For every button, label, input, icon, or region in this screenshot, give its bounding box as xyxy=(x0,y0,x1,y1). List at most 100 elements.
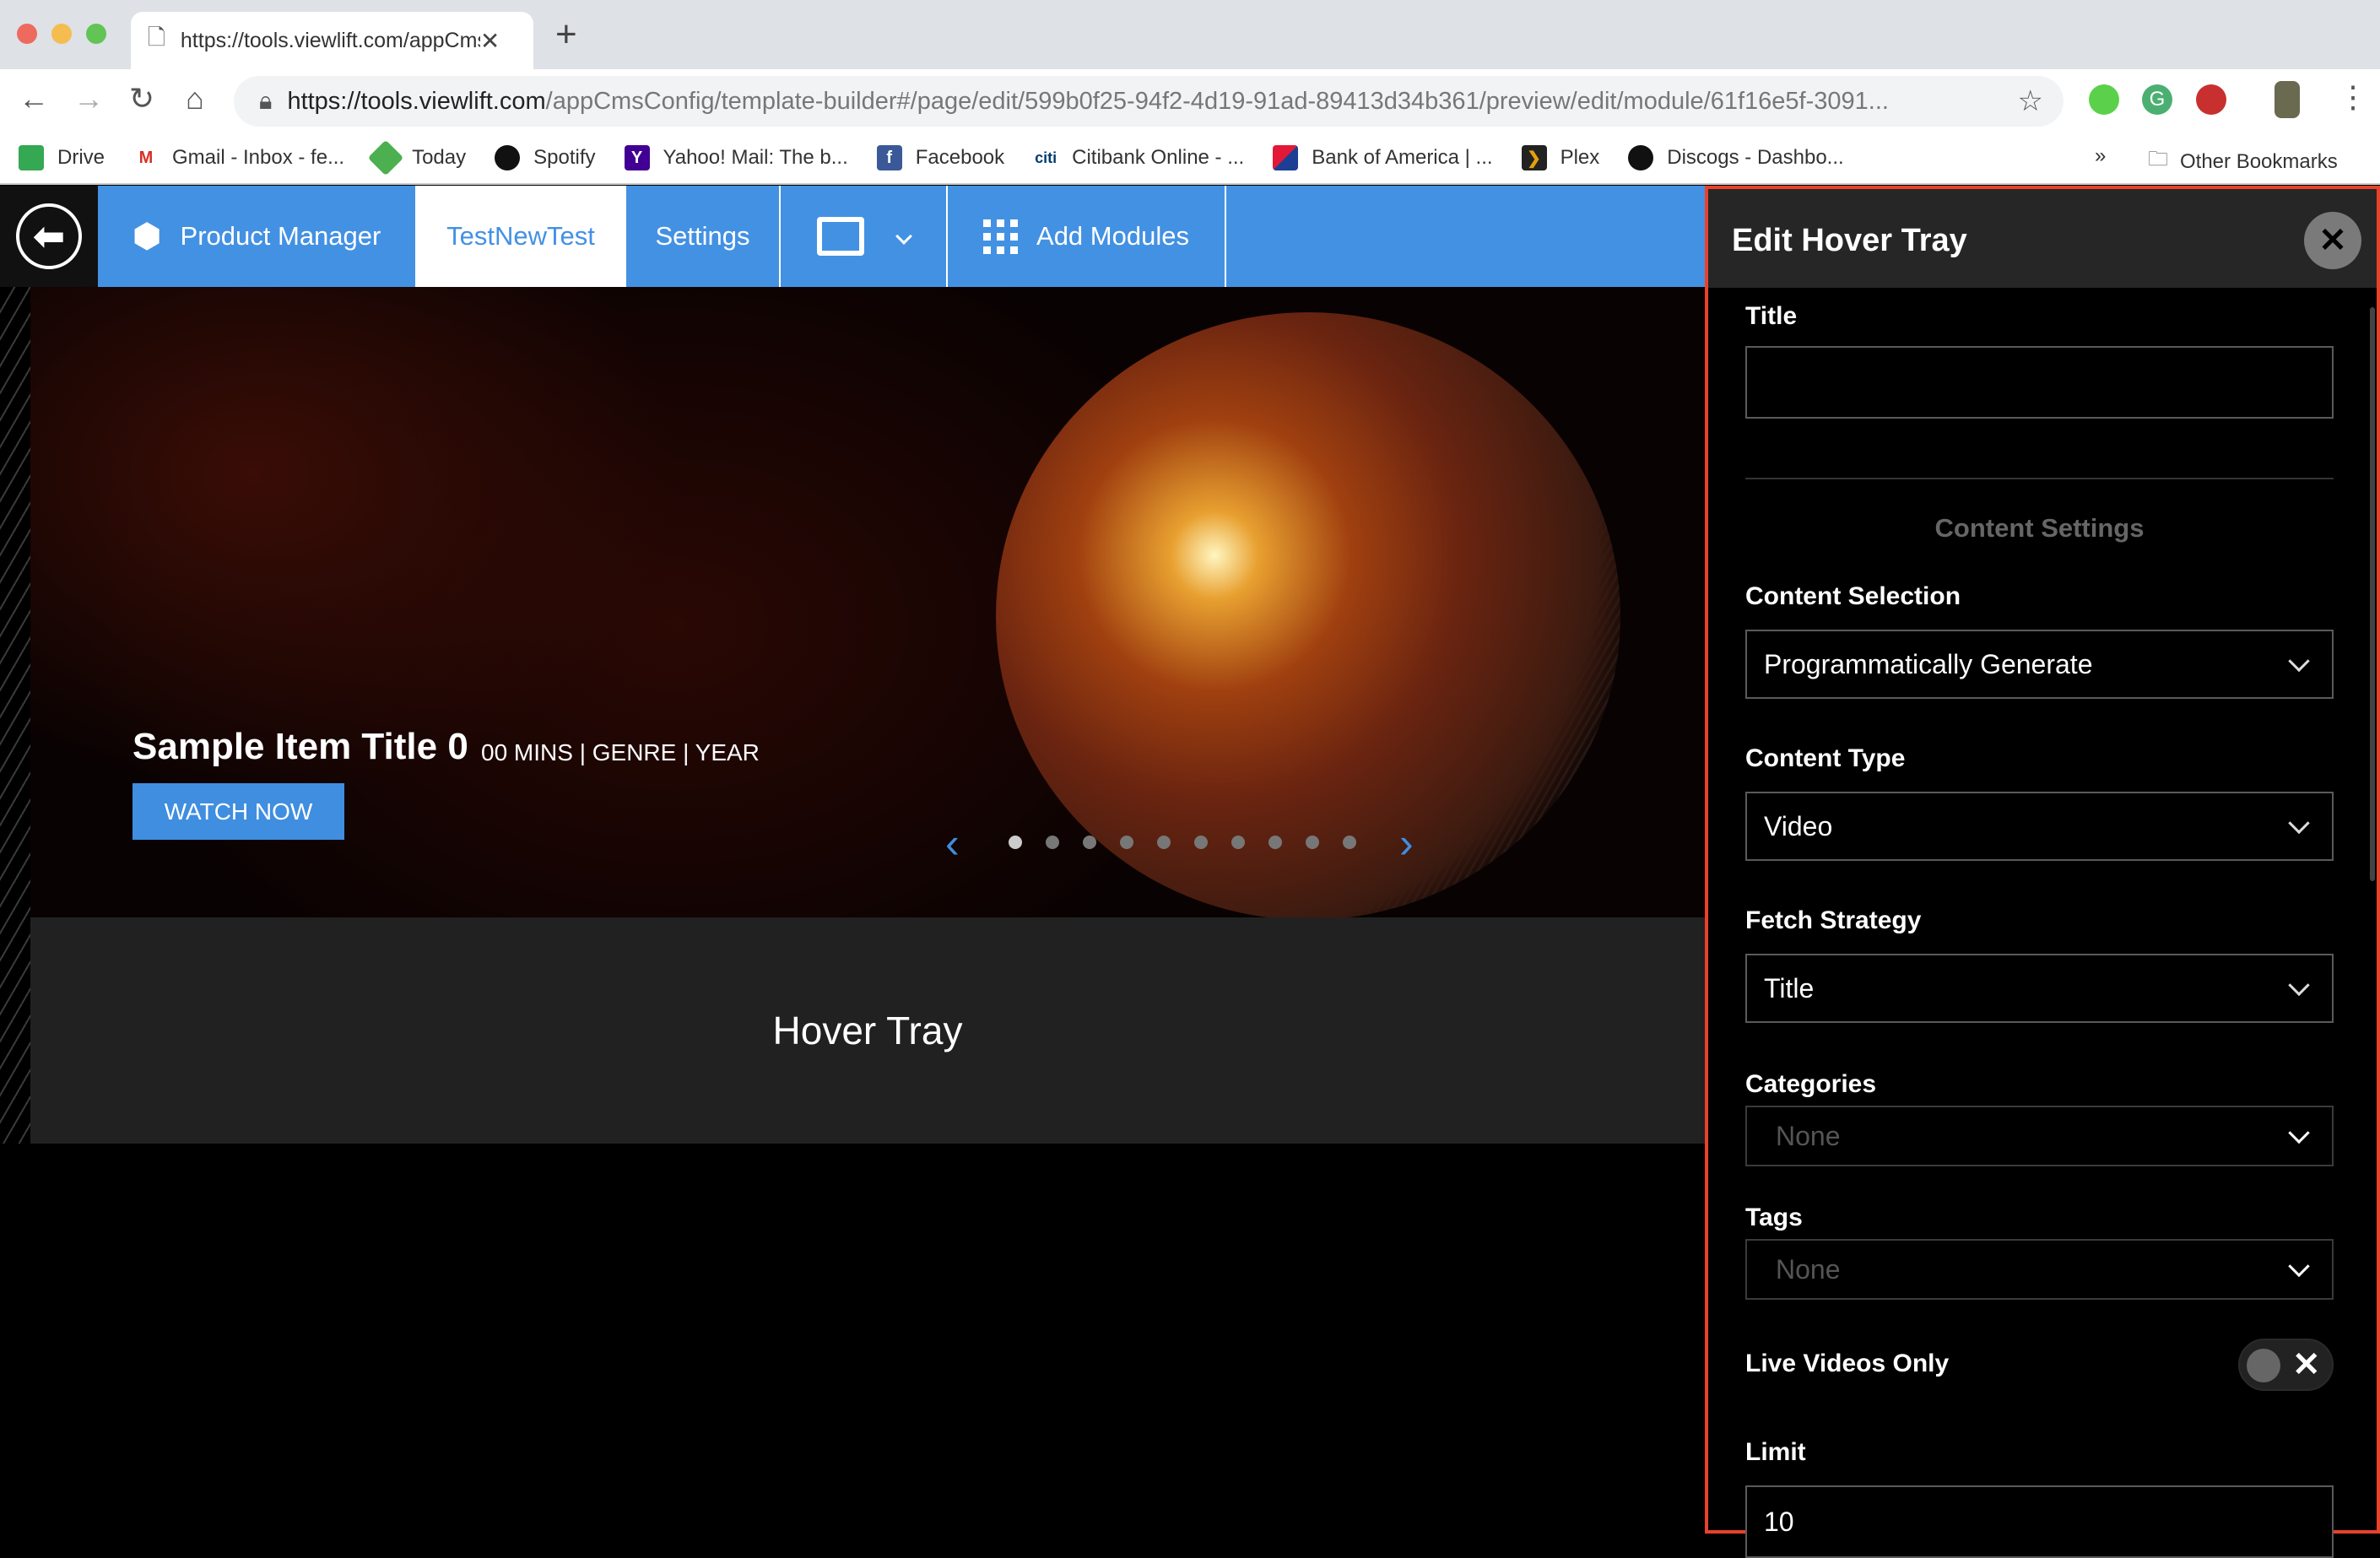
page-icon: 🗋 xyxy=(148,24,165,50)
categories-select[interactable]: None xyxy=(1745,1106,2334,1166)
carousel-dot[interactable] xyxy=(1231,836,1245,849)
hero-meta: 00 MINS | GENRE | YEAR xyxy=(481,739,760,765)
bookmark-label: Today xyxy=(412,146,467,169)
title-input[interactable] xyxy=(1745,346,2334,419)
x-icon: ✕ xyxy=(2292,1346,2321,1383)
discogs-icon xyxy=(1628,145,1654,170)
tags-select[interactable]: None xyxy=(1745,1239,2334,1300)
close-icon: ✕ xyxy=(2318,222,2347,259)
expressvpn-icon[interactable] xyxy=(2196,84,2226,115)
bookmark-discogs[interactable]: Discogs - Dashbo... xyxy=(1628,145,1844,170)
other-bookmarks[interactable]: 🗀 Other Bookmarks xyxy=(2148,144,2338,179)
minimize-window-button[interactable] xyxy=(51,24,72,44)
bookmark-today[interactable]: Today xyxy=(367,139,467,176)
extension-thumbs-icon[interactable] xyxy=(2089,84,2119,115)
folder-icon: 🗀 xyxy=(2148,148,2168,170)
yahoo-icon: Y xyxy=(624,145,650,170)
carousel-dot[interactable] xyxy=(1009,836,1022,849)
bookmark-facebook[interactable]: f Facebook xyxy=(876,145,1004,170)
select-value: Title xyxy=(1764,972,1815,1004)
carousel-next-icon[interactable]: › xyxy=(1399,819,1414,868)
content-selection-select[interactable]: Programmatically Generate xyxy=(1745,630,2334,699)
settings-button[interactable]: Settings xyxy=(626,186,781,287)
menu-icon[interactable]: ⋮ xyxy=(2338,79,2368,115)
bookmark-label: Plex xyxy=(1560,146,1600,169)
home-icon[interactable]: ⌂ xyxy=(174,81,216,116)
add-modules-button[interactable]: Add Modules xyxy=(948,186,1226,287)
nav-label: Settings xyxy=(655,221,750,251)
nav-label: TestNewTest xyxy=(446,221,595,251)
carousel-dot[interactable] xyxy=(1046,836,1059,849)
chevron-down-icon xyxy=(2288,1255,2310,1278)
carousel-dot[interactable] xyxy=(1157,836,1171,849)
divider xyxy=(1745,478,2334,479)
plex-icon: ❯ xyxy=(1521,145,1547,170)
scrollbar[interactable] xyxy=(2370,307,2375,881)
chevron-down-icon xyxy=(895,228,912,245)
product-manager-button[interactable]: ⬢ Product Manager xyxy=(98,186,415,287)
star-icon[interactable]: ☆ xyxy=(2018,84,2043,118)
carousel-prev-icon[interactable]: ‹ xyxy=(945,819,960,868)
profile-avatar[interactable] xyxy=(2275,81,2300,118)
select-value: None xyxy=(1776,1120,1841,1151)
drive-icon xyxy=(19,145,44,170)
bookmark-label: Bank of America | ... xyxy=(1312,146,1493,169)
gmail-icon: M xyxy=(133,145,160,170)
bookmark-yahoo[interactable]: Y Yahoo! Mail: The b... xyxy=(624,145,848,170)
fetch-strategy-select[interactable]: Title xyxy=(1745,954,2334,1023)
bookmark-label: Gmail - Inbox - fe... xyxy=(172,146,345,169)
address-bar[interactable]: 🔒︎ https://tools.viewlift.com/appCmsConf… xyxy=(234,76,2064,127)
back-icon[interactable]: ← xyxy=(13,81,55,116)
bookmark-bofa[interactable]: Bank of America | ... xyxy=(1273,145,1493,170)
maximize-window-button[interactable] xyxy=(86,24,106,44)
grid-icon xyxy=(983,219,1019,254)
close-tab-icon[interactable]: ✕ xyxy=(480,27,500,55)
url-host: https://tools.viewlift.com xyxy=(287,87,546,115)
url-path: /appCmsConfig/template-builder#/page/edi… xyxy=(545,87,1889,115)
content-type-select[interactable]: Video xyxy=(1745,792,2334,861)
bookmarks-bar: Drive M Gmail - Inbox - fe... Today Spoti… xyxy=(0,133,2380,185)
bookmark-gmail[interactable]: M Gmail - Inbox - fe... xyxy=(133,145,344,170)
monitor-icon xyxy=(817,217,864,256)
tab-strip: 🗋 https://tools.viewlift.com/appCmsConfi… xyxy=(0,0,2380,69)
more-bookmarks-button[interactable]: » xyxy=(2095,144,2106,168)
edit-panel: Edit Hover Tray ✕ Title Content Settings… xyxy=(1705,186,2380,1558)
live-videos-toggle[interactable]: ✕ xyxy=(2238,1339,2334,1391)
carousel-dot[interactable] xyxy=(1083,836,1096,849)
tab-page[interactable]: TestNewTest xyxy=(415,186,626,287)
nav-label: Product Manager xyxy=(180,221,381,251)
carousel-dot[interactable] xyxy=(1194,836,1208,849)
hover-tray-module[interactable]: Hover Tray xyxy=(30,917,1705,1144)
bookmark-citibank[interactable]: citi Citibank Online - ... xyxy=(1033,145,1244,170)
grammarly-icon[interactable]: G xyxy=(2142,84,2172,115)
carousel-dot[interactable] xyxy=(1120,836,1133,849)
carousel-dot[interactable] xyxy=(1306,836,1319,849)
tags-label: Tags xyxy=(1745,1204,1803,1231)
watch-now-button[interactable]: WATCH NOW xyxy=(133,783,344,840)
limit-input[interactable] xyxy=(1745,1485,2334,1558)
chevron-down-icon xyxy=(2288,1122,2310,1144)
panel-title: Edit Hover Tray xyxy=(1732,223,1967,258)
arrow-left-icon: ⬅ xyxy=(16,203,82,269)
close-window-button[interactable] xyxy=(17,24,37,44)
close-panel-button[interactable]: ✕ xyxy=(2304,212,2361,269)
back-button[interactable]: ⬅ xyxy=(0,186,98,287)
carousel-dot[interactable] xyxy=(1268,836,1282,849)
forward-icon[interactable]: → xyxy=(68,81,110,116)
categories-label: Categories xyxy=(1745,1070,1877,1098)
content-type-label: Content Type xyxy=(1745,744,1906,772)
today-icon xyxy=(367,139,404,176)
bookmark-spotify[interactable]: Spotify xyxy=(495,145,596,170)
tab-title: https://tools.viewlift.com/appCmsConfig xyxy=(180,28,480,52)
new-tab-button[interactable]: + xyxy=(555,14,577,56)
device-select[interactable] xyxy=(781,186,948,287)
bookmark-plex[interactable]: ❯ Plex xyxy=(1521,145,1600,170)
bookmark-drive[interactable]: Drive xyxy=(19,145,105,170)
reload-icon[interactable]: ↻ xyxy=(121,81,163,116)
nav-label: Add Modules xyxy=(1036,221,1189,251)
tray-label: Hover Tray xyxy=(772,1009,963,1052)
bookmark-label: Spotify xyxy=(533,146,596,169)
carousel-dot[interactable] xyxy=(1343,836,1356,849)
browser-tab[interactable]: 🗋 https://tools.viewlift.com/appCmsConfi… xyxy=(131,12,533,69)
panel-header: Edit Hover Tray ✕ xyxy=(1708,189,2377,288)
